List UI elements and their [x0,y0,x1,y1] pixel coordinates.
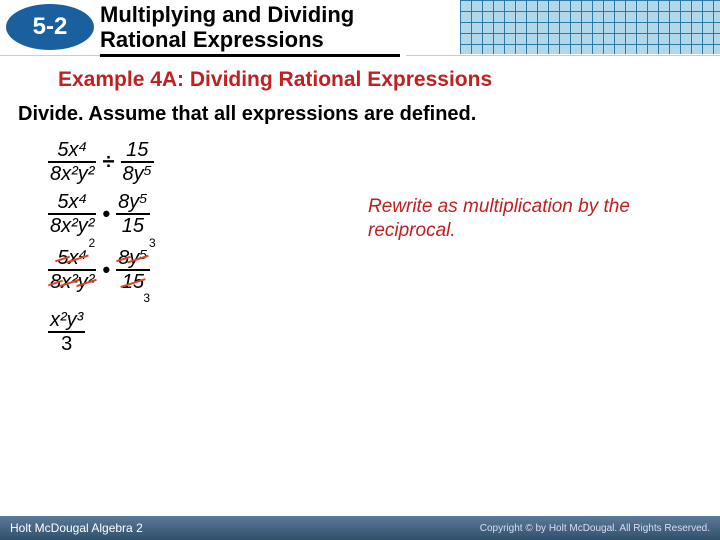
step-note: Rewrite as multiplication by the recipro… [368,195,698,243]
result-frac: x²y³ 3 [48,309,85,355]
cancel-y5: y⁵3 [129,247,147,269]
result: x²y³ 3 [48,309,702,355]
dot-sign-1: • [102,201,110,227]
title-line-2: Rational Expressions [100,27,400,52]
frac-3b: 8y⁵3 153 [116,247,150,293]
frac-1b: 15 8y⁵ [121,139,155,185]
slide-header: 5-2 Multiplying and Dividing Rational Ex… [0,0,720,56]
footer-left: Holt McDougal Algebra 2 [10,521,143,535]
slide-content: Example 4A: Dividing Rational Expression… [0,56,720,355]
slide-footer: Holt McDougal Algebra 2 Copyright © by H… [0,516,720,540]
instruction-text: Divide. Assume that all expressions are … [18,102,702,127]
cancel-x4: x⁴2 [68,247,87,269]
frac-1a: 5x⁴ 8x²y² [48,139,96,185]
divide-sign: ÷ [102,149,114,175]
cancel-y2: y² [78,271,95,293]
step-1: 5x⁴ 8x²y² ÷ 15 8y⁵ [48,139,702,185]
dot-sign-2: • [102,257,110,283]
cancel-8b: 8 [118,247,129,269]
cancel-8a: 8 [50,271,61,293]
cancel-x2: x² [61,271,78,293]
lesson-badge: 5-2 [6,4,94,50]
example-title: Example 4A: Dividing Rational Expression… [58,68,702,92]
math-work-area: 5x⁴ 8x²y² ÷ 15 8y⁵ 5x⁴ 8x²y² • 8y⁵ 15 [18,139,702,355]
frac-2b: 8y⁵ 15 [116,191,150,237]
header-grid-decoration [460,0,720,54]
title-underline [100,54,400,57]
title-block: Multiplying and Dividing Rational Expres… [100,2,406,59]
title-line-1: Multiplying and Dividing [100,2,400,27]
lesson-number: 5-2 [33,13,68,41]
step-3: 5x⁴2 8x²y² • 8y⁵3 153 [48,247,702,293]
frac-3a: 5x⁴2 8x²y² [48,247,96,293]
cancel-5: 5 [57,247,68,269]
cancel-15: 153 [122,271,144,293]
footer-copyright: Copyright © by Holt McDougal. All Rights… [480,523,710,534]
frac-2a: 5x⁴ 8x²y² [48,191,96,237]
